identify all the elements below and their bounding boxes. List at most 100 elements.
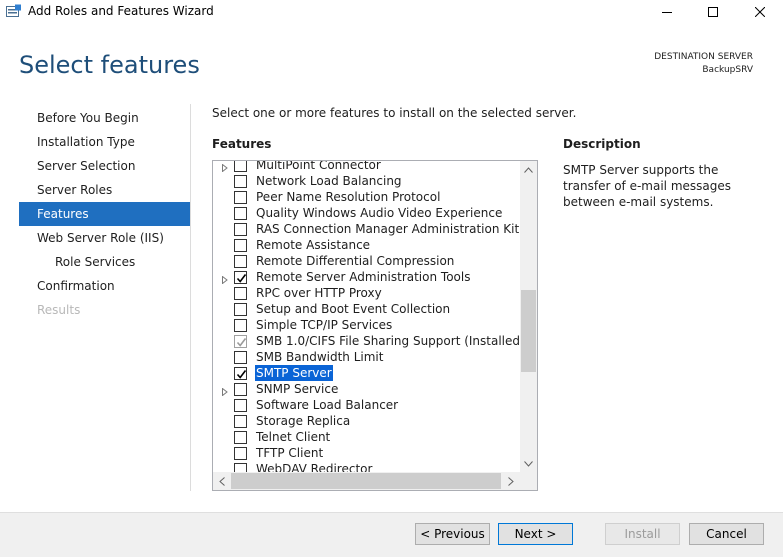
previous-button[interactable]: < Previous [415,523,490,545]
feature-label[interactable]: Remote Server Administration Tools [255,269,471,285]
horizontal-scroll-thumb[interactable] [231,473,501,489]
scroll-up-arrow-icon[interactable] [520,161,537,178]
feature-row[interactable]: Remote Differential Compression [213,253,521,269]
feature-checkbox[interactable] [234,351,247,364]
feature-row[interactable]: RPC over HTTP Proxy [213,285,521,301]
feature-checkbox[interactable] [234,175,247,188]
feature-row[interactable]: Software Load Balancer [213,397,521,413]
vertical-scroll-thumb[interactable] [521,290,536,372]
minimize-button[interactable] [644,0,690,24]
features-tree-viewport: MultiPoint Connector Network Load Balanci… [213,161,521,472]
feature-label[interactable]: SMB 1.0/CIFS File Sharing Support (Insta… [255,333,521,349]
window-title: Add Roles and Features Wizard [28,4,214,18]
destination-server-label: DESTINATION SERVER [654,52,753,62]
feature-row[interactable]: SMB 1.0/CIFS File Sharing Support (Insta… [213,333,521,349]
feature-checkbox[interactable] [234,383,247,396]
feature-label[interactable]: Storage Replica [255,413,351,429]
wizard-nav: Before You Begin Installation Type Serve… [19,106,190,322]
feature-label[interactable]: Remote Differential Compression [255,253,455,269]
nav-item-server-roles[interactable]: Server Roles [19,178,190,202]
feature-label[interactable]: SMB Bandwidth Limit [255,349,384,365]
instruction-text: Select one or more features to install o… [212,106,577,120]
feature-row[interactable]: Remote Server Administration Tools [213,269,521,285]
feature-checkbox[interactable] [234,319,247,332]
feature-row[interactable]: WebDAV Redirector [213,461,521,472]
feature-label[interactable]: TFTP Client [255,445,324,461]
feature-label[interactable]: MultiPoint Connector [255,161,382,173]
feature-checkbox[interactable] [234,271,247,284]
nav-item-features[interactable]: Features [19,202,190,226]
feature-label[interactable]: Quality Windows Audio Video Experience [255,205,503,221]
checkmark-icon [236,338,247,347]
nav-divider [190,104,191,491]
feature-row[interactable]: Peer Name Resolution Protocol [213,189,521,205]
feature-row[interactable]: Storage Replica [213,413,521,429]
horizontal-scrollbar[interactable] [213,472,537,490]
scroll-left-arrow-icon[interactable] [213,472,230,490]
feature-row[interactable]: Remote Assistance [213,237,521,253]
close-button[interactable] [737,0,783,24]
feature-checkbox[interactable] [234,367,247,380]
nav-item-role-services[interactable]: Role Services [19,250,190,274]
cancel-button[interactable]: Cancel [689,523,764,545]
feature-checkbox[interactable] [234,447,247,460]
feature-checkbox[interactable] [234,463,247,472]
feature-label[interactable]: RPC over HTTP Proxy [255,285,383,301]
features-list: MultiPoint Connector Network Load Balanci… [213,161,521,472]
feature-row[interactable]: Setup and Boot Event Collection [213,301,521,317]
feature-label[interactable]: WebDAV Redirector [255,461,373,472]
expand-arrow-icon[interactable] [221,385,229,397]
feature-checkbox [234,335,247,348]
feature-checkbox[interactable] [234,239,247,252]
feature-checkbox[interactable] [234,223,247,236]
expand-arrow-icon[interactable] [221,161,229,173]
feature-label[interactable]: Software Load Balancer [255,397,399,413]
feature-checkbox[interactable] [234,161,247,172]
feature-checkbox[interactable] [234,399,247,412]
nav-item-server-selection[interactable]: Server Selection [19,154,190,178]
feature-row[interactable]: SMB Bandwidth Limit [213,349,521,365]
feature-label[interactable]: RAS Connection Manager Administration Ki… [255,221,521,237]
feature-row[interactable]: Telnet Client [213,429,521,445]
wizard-footer: < Previous Next > Install Cancel [0,512,783,557]
feature-label[interactable]: Network Load Balancing [255,173,403,189]
scroll-down-arrow-icon[interactable] [520,455,537,472]
feature-checkbox[interactable] [234,431,247,444]
minimize-icon [662,12,672,13]
feature-row[interactable]: Quality Windows Audio Video Experience [213,205,521,221]
feature-label[interactable]: Telnet Client [255,429,331,445]
expand-arrow-icon[interactable] [221,273,229,285]
nav-item-installation-type[interactable]: Installation Type [19,130,190,154]
description-header: Description [563,137,641,151]
feature-row[interactable]: RAS Connection Manager Administration Ki… [213,221,521,237]
feature-row[interactable]: TFTP Client [213,445,521,461]
features-header: Features [212,137,272,151]
feature-label[interactable]: Simple TCP/IP Services [255,317,393,333]
destination-server-value: BackupSRV [702,65,753,75]
feature-checkbox[interactable] [234,191,247,204]
scroll-right-arrow-icon[interactable] [502,472,519,490]
feature-row[interactable]: SNMP Service [213,381,521,397]
feature-label[interactable]: Remote Assistance [255,237,371,253]
feature-label[interactable]: SNMP Service [255,381,339,397]
features-tree[interactable]: MultiPoint Connector Network Load Balanci… [212,160,538,491]
feature-checkbox[interactable] [234,255,247,268]
feature-checkbox[interactable] [234,415,247,428]
feature-row[interactable]: Simple TCP/IP Services [213,317,521,333]
feature-row[interactable]: MultiPoint Connector [213,161,521,173]
feature-checkbox[interactable] [234,303,247,316]
next-button[interactable]: Next > [498,523,573,545]
nav-item-confirmation[interactable]: Confirmation [19,274,190,298]
feature-checkbox[interactable] [234,287,247,300]
feature-label[interactable]: SMTP Server [255,365,333,381]
vertical-scrollbar[interactable] [520,161,537,472]
feature-label[interactable]: Peer Name Resolution Protocol [255,189,441,205]
nav-item-web-server-role[interactable]: Web Server Role (IIS) [19,226,190,250]
feature-row[interactable]: SMTP Server [213,365,521,381]
nav-item-before-you-begin[interactable]: Before You Begin [19,106,190,130]
feature-checkbox[interactable] [234,207,247,220]
title-bar: Add Roles and Features Wizard [0,0,783,24]
feature-label[interactable]: Setup and Boot Event Collection [255,301,451,317]
feature-row[interactable]: Network Load Balancing [213,173,521,189]
maximize-button[interactable] [690,0,736,24]
